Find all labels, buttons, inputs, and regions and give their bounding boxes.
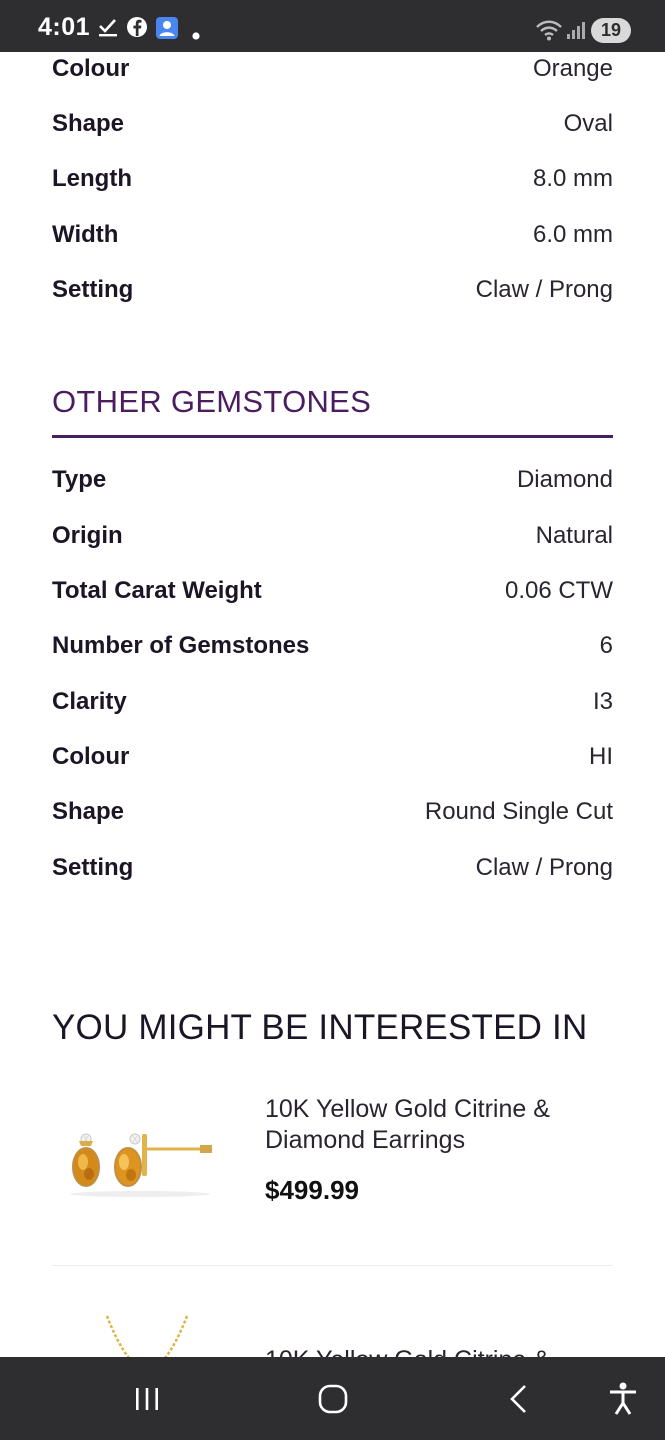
spec-value: 6.0 mm	[532, 221, 613, 248]
spec-label: Setting	[52, 854, 134, 881]
spec-label: Length	[52, 165, 132, 192]
recent-apps-icon[interactable]	[125, 1377, 169, 1421]
product-name-link[interactable]: 10K Yellow Gold Citrine & Diamond Earrin…	[265, 1094, 605, 1156]
section-divider	[52, 435, 613, 438]
check-download-icon	[97, 16, 119, 43]
spec-row-width: Width 6.0 mm	[52, 221, 613, 261]
notification-dot-icon	[192, 27, 200, 45]
spec-value: 0.06 CTW	[504, 577, 613, 604]
other-gemstones-heading: OTHER GEMSTONES	[52, 384, 372, 419]
spec-label: Colour	[52, 55, 130, 82]
spec-row-colour: Colour Orange	[52, 55, 613, 95]
spec-row-shape: Shape Round Single Cut	[52, 798, 613, 838]
spec-row-setting: Setting Claw / Prong	[52, 854, 613, 894]
spec-row-number-of-gemstones: Number of Gemstones 6	[52, 632, 613, 672]
facebook-icon	[126, 16, 148, 43]
spec-row-total-carat-weight: Total Carat Weight 0.06 CTW	[52, 577, 613, 617]
spec-label: Number of Gemstones	[52, 632, 310, 659]
product-price: $499.99	[265, 1175, 359, 1205]
spec-value: Orange	[532, 55, 613, 82]
signal-icon	[566, 20, 586, 45]
spec-value: I3	[592, 688, 613, 715]
accessibility-icon[interactable]	[601, 1377, 645, 1421]
spec-row-origin: Origin Natural	[52, 522, 613, 562]
spec-row-clarity: Clarity I3	[52, 688, 613, 728]
spec-label: Type	[52, 466, 107, 493]
spec-label: Width	[52, 221, 119, 248]
spec-label: Origin	[52, 522, 123, 549]
spec-value: Oval	[563, 110, 613, 137]
wifi-icon	[535, 18, 563, 47]
system-nav-bar	[0, 1357, 665, 1440]
recommendations-heading: YOU MIGHT BE INTERESTED IN	[52, 1008, 588, 1047]
battery-level: 19	[591, 18, 631, 43]
spec-label: Total Carat Weight	[52, 577, 262, 604]
spec-value: Natural	[535, 522, 613, 549]
product-divider	[52, 1265, 613, 1266]
spec-value: 6	[599, 632, 613, 659]
spec-value: Claw / Prong	[475, 854, 613, 881]
back-icon[interactable]	[497, 1377, 541, 1421]
spec-label: Shape	[52, 798, 125, 825]
spec-value: Diamond	[516, 466, 613, 493]
spec-row-shape: Shape Oval	[52, 110, 613, 150]
spec-label: Colour	[52, 743, 130, 770]
spec-label: Shape	[52, 110, 125, 137]
spec-value: Round Single Cut	[424, 798, 613, 825]
status-bar: 4:01 19	[0, 0, 665, 52]
spec-label: Setting	[52, 276, 134, 303]
spec-row-colour: Colour HI	[52, 743, 613, 783]
product-details-content[interactable]: Colour Orange Shape Oval Length 8.0 mm W…	[0, 52, 665, 1357]
spec-row-length: Length 8.0 mm	[52, 165, 613, 205]
spec-row-type: Type Diamond	[52, 466, 613, 506]
product-image-citrine-necklace[interactable]	[95, 1314, 205, 1357]
status-time: 4:01	[38, 13, 91, 41]
product-name-link[interactable]: 10K Yellow Gold Citrine &	[265, 1345, 605, 1357]
spec-value: Claw / Prong	[475, 276, 613, 303]
spec-value: HI	[589, 743, 613, 770]
spec-value: 8.0 mm	[532, 165, 613, 192]
spec-label: Clarity	[52, 688, 127, 715]
contacts-app-icon	[155, 16, 179, 45]
product-image-citrine-earrings[interactable]	[60, 1120, 225, 1200]
spec-row-setting: Setting Claw / Prong	[52, 276, 613, 316]
home-icon[interactable]	[311, 1377, 355, 1421]
